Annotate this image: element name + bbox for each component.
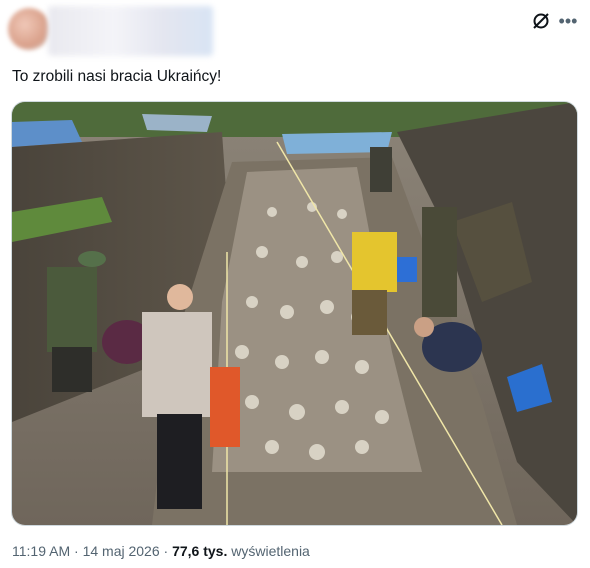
views-count: 77,6 tys. <box>172 543 228 559</box>
more-icon[interactable]: ••• <box>557 10 579 32</box>
tweet-time[interactable]: 11:19 AM <box>12 543 70 559</box>
views-label: wyświetlenia <box>231 543 310 559</box>
author-name-redacted[interactable] <box>48 6 213 56</box>
meta-separator: · <box>163 543 169 559</box>
tweet-header: ••• <box>0 0 590 62</box>
excavation-photo <box>12 102 577 525</box>
grok-icon[interactable] <box>530 10 552 32</box>
tweet-media-image[interactable] <box>11 101 578 526</box>
tweet-date[interactable]: 14 maj 2026 <box>83 543 160 559</box>
avatar[interactable] <box>8 8 50 50</box>
tweet-text: To zrobili nasi bracia Ukraińcy! <box>12 68 222 85</box>
tweet-meta: 11:19 AM · 14 maj 2026 · 77,6 tys. wyświ… <box>12 543 310 559</box>
meta-separator: · <box>74 543 79 559</box>
